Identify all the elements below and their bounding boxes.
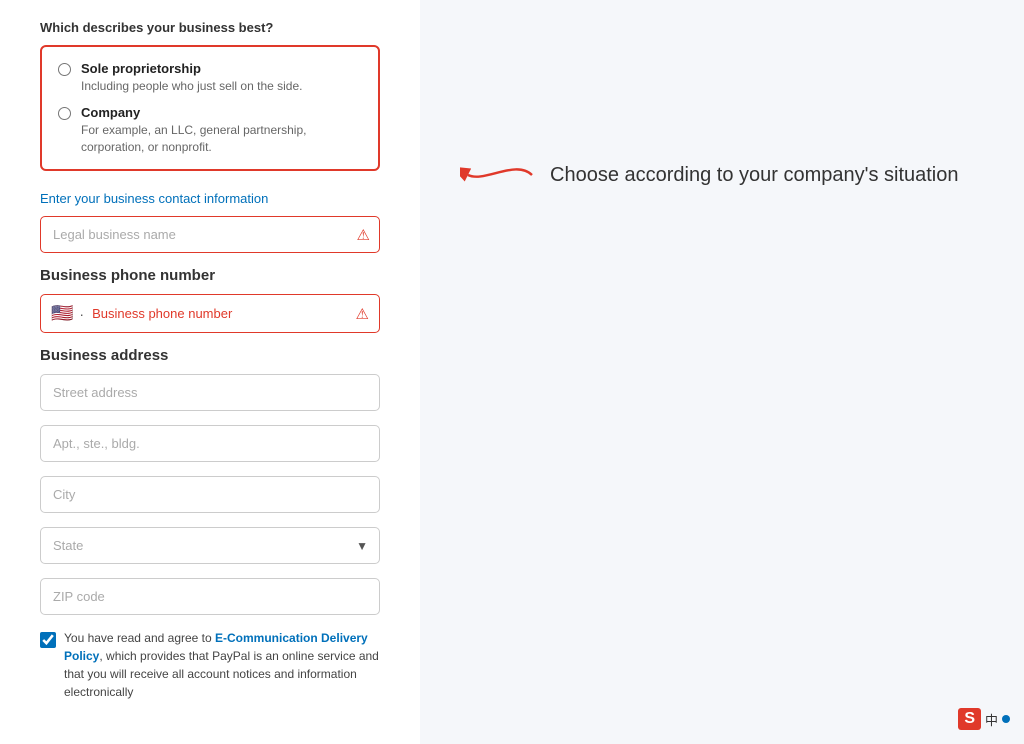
company-radio[interactable] — [58, 107, 71, 120]
ecommunication-checkbox[interactable] — [40, 632, 56, 648]
zip-input[interactable] — [40, 578, 380, 615]
watermark: S 中 — [958, 708, 1010, 730]
watermark-middle-label: 中 — [985, 710, 998, 729]
checkbox-text-before: You have read and agree to — [64, 631, 215, 645]
business-name-warning-icon: ⚠ — [357, 226, 370, 244]
sole-proprietorship-subtitle: Including people who just sell on the si… — [81, 78, 302, 95]
phone-separator: · — [79, 306, 84, 322]
business-name-wrapper: ⚠ — [40, 216, 380, 253]
watermark-dot-icon — [1002, 715, 1010, 723]
city-wrapper — [40, 476, 380, 513]
watermark-s-label: S — [958, 708, 981, 730]
phone-wrapper: 🇺🇸 · ⚠ — [40, 294, 380, 333]
left-panel: Which describes your business best? Sole… — [0, 0, 420, 744]
company-title: Company — [81, 105, 362, 120]
zip-wrapper — [40, 578, 380, 615]
state-wrapper: State AlabamaAlaskaArizonaArkansasCalifo… — [40, 527, 380, 564]
phone-section-label: Business phone number — [40, 267, 380, 284]
company-option[interactable]: Company For example, an LLC, general par… — [58, 105, 362, 156]
apt-wrapper — [40, 425, 380, 462]
annotation-container: Choose according to your company's situa… — [460, 150, 959, 200]
street-address-wrapper — [40, 374, 380, 411]
phone-input[interactable] — [92, 306, 355, 321]
business-name-input[interactable] — [40, 216, 380, 253]
company-subtitle: For example, an LLC, general partnership… — [81, 122, 362, 156]
phone-warning-icon: ⚠ — [356, 305, 369, 323]
sole-proprietorship-option[interactable]: Sole proprietorship Including people who… — [58, 61, 362, 95]
sole-proprietorship-radio[interactable] — [58, 63, 71, 76]
address-section-label: Business address — [40, 347, 380, 364]
checkbox-text-after: , which provides that PayPal is an onlin… — [64, 649, 379, 699]
business-type-box: Sole proprietorship Including people who… — [40, 45, 380, 171]
street-address-input[interactable] — [40, 374, 380, 411]
right-panel: Choose according to your company's situa… — [420, 0, 1024, 744]
ecommunication-row: You have read and agree to E-Communicati… — [40, 629, 380, 701]
business-type-label: Which describes your business best? — [40, 20, 380, 35]
ecommunication-label: You have read and agree to E-Communicati… — [64, 629, 380, 701]
annotation-text: Choose according to your company's situa… — [550, 164, 959, 187]
contact-info-label: Enter your business contact information — [40, 191, 380, 206]
sole-proprietorship-title: Sole proprietorship — [81, 61, 302, 76]
annotation-arrow-icon — [460, 150, 540, 200]
apt-input[interactable] — [40, 425, 380, 462]
city-input[interactable] — [40, 476, 380, 513]
flag-icon: 🇺🇸 — [51, 303, 73, 324]
state-select[interactable]: State AlabamaAlaskaArizonaArkansasCalifo… — [40, 527, 380, 564]
